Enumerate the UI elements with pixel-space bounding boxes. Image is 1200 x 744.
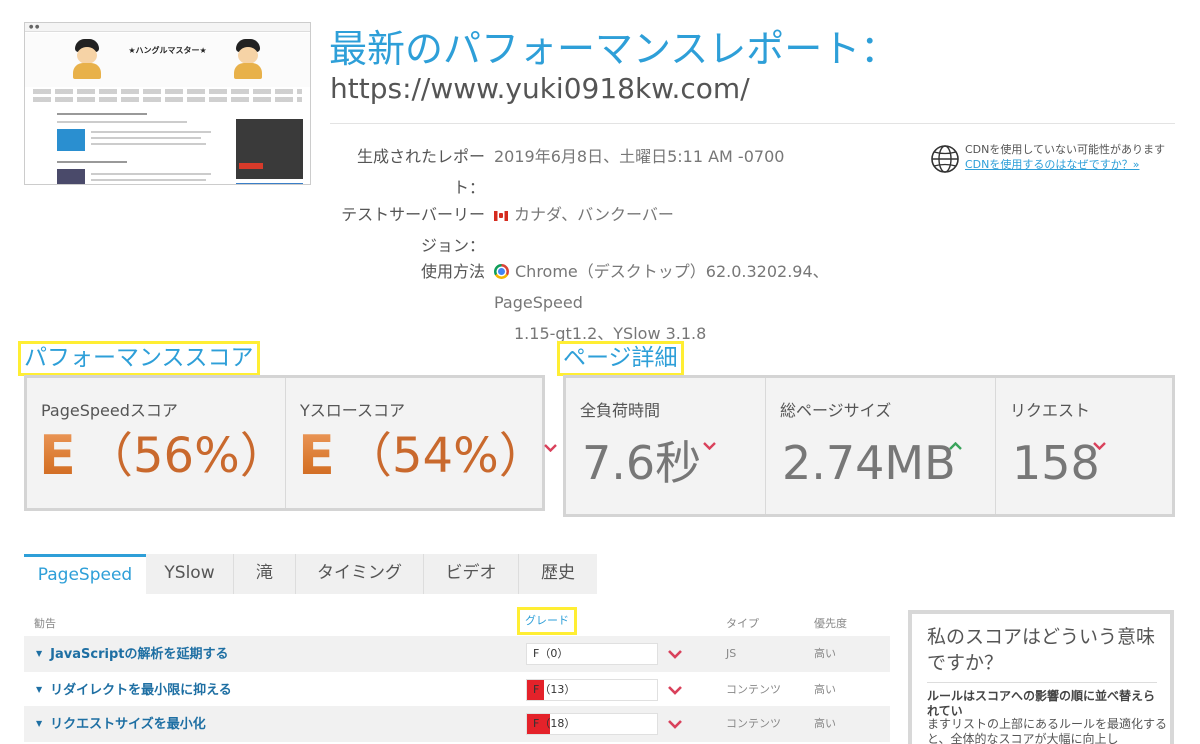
cdn-why-link[interactable]: CDNを使用するのはなぜですか？» (965, 157, 1139, 172)
grade-value: F（18） (533, 717, 576, 730)
rule-name[interactable]: JavaScriptの解析を延期する (36, 636, 228, 673)
grade-bar: F（13） (526, 679, 658, 701)
thumbnail-post-line (91, 173, 211, 175)
load-time-down-chevron-icon (703, 442, 716, 450)
chrome-icon (494, 264, 509, 279)
yslow-down-chevron-icon (544, 444, 557, 452)
expand-chevron-icon[interactable] (668, 650, 682, 659)
report-title: 最新のパフォーマンスレポート： (329, 27, 899, 71)
tab-history[interactable]: 歴史 (519, 554, 597, 594)
requests-card[interactable]: リクエスト 158 (995, 378, 1172, 514)
thumbnail-nav-row (33, 97, 302, 102)
tab-pagespeed[interactable]: PageSpeed (24, 554, 146, 594)
generated-value: 2019年6月8日、土曜日5:11 AM -0700 (494, 147, 785, 166)
table-row[interactable]: リダイレクトを最小限に抑える F（13） コンテンツ 高い (24, 672, 890, 708)
page-size-up-chevron-icon (949, 442, 962, 450)
load-time-label: 全負荷時間 (580, 401, 661, 420)
load-time-card[interactable]: 全負荷時間 7.6秒 (566, 378, 765, 514)
rule-priority: 高い (814, 647, 836, 660)
thumbnail-banner (25, 33, 310, 87)
expand-chevron-icon[interactable] (668, 720, 682, 729)
tab-waterfall[interactable]: 滝 (234, 554, 296, 594)
method-value: Chrome（デスクトップ）62.0.3202.94、PageSpeed 1.1… (494, 262, 829, 343)
pagespeed-percent: （56%） (85, 428, 288, 484)
globe-icon (931, 145, 959, 173)
score-explanation-panel: 私のスコアはどういう意味ですか？ ルールはスコアへの影響の順に並べ替えられてい … (908, 610, 1174, 744)
thumbnail-nav-row (33, 89, 302, 94)
thumbnail-post-line (91, 179, 206, 181)
pagespeed-score-card[interactable]: PageSpeedスコア E （56%） (27, 378, 300, 508)
thumbnail-post-image (57, 169, 85, 184)
rule-name[interactable]: リダイレクトを最小限に抑える (36, 672, 232, 709)
tab-yslow[interactable]: YSlow (146, 554, 234, 594)
grade-value: F（13） (533, 683, 576, 696)
requests-down-chevron-icon (1093, 442, 1106, 450)
cdn-notice-text: CDNを使用していない可能性があります (965, 143, 1166, 156)
rule-type: コンテンツ (726, 683, 781, 696)
thumbnail-toolbar-brand: ● ● (29, 24, 40, 30)
thumbnail-post-line (91, 143, 206, 145)
yslow-grade: E (298, 421, 335, 491)
table-row[interactable]: JavaScriptの解析を延期する F（0） JS 高い (24, 636, 890, 672)
grade-column-header[interactable]: グレード (517, 607, 577, 635)
grade-value: F（0） (533, 647, 569, 660)
pagespeed-grade: E (39, 421, 76, 491)
header-divider (330, 123, 1175, 124)
report-url[interactable]: https://www.yuki0918kw.com/ (330, 72, 750, 105)
performance-score-panel: PageSpeedスコア E （56%） Yスロースコア E （54%） (24, 375, 547, 511)
yslow-score-card[interactable]: Yスロースコア E （54%） (285, 378, 547, 508)
grade-bar: F（18） (526, 713, 658, 735)
site-thumbnail: ● ● ★ハングルマスター★ (24, 22, 311, 185)
performance-score-heading: パフォーマンススコア (18, 341, 260, 376)
rule-priority: 高い (814, 683, 836, 696)
expand-chevron-icon[interactable] (668, 686, 682, 695)
table-row[interactable]: リクエストサイズを最小化 F（18） コンテンツ 高い (24, 706, 890, 742)
thumbnail-site-title: ★ハングルマスター★ (128, 46, 207, 55)
thumbnail-post-line (91, 131, 211, 133)
page-size-label: 総ページサイズ (780, 401, 892, 420)
server-value: カナダ、バンクーバー (494, 199, 674, 230)
pagespeed-score-label: PageSpeedスコア (41, 401, 178, 420)
load-time-value: 7.6秒 (582, 436, 702, 490)
rule-type: コンテンツ (726, 717, 781, 730)
thumbnail-toolbar: ● ● (25, 23, 310, 32)
type-column-header[interactable]: タイプ (726, 615, 759, 631)
generated-label: 生成されたレポー ト： (356, 147, 485, 197)
yslow-score-label: Yスロースコア (300, 401, 405, 420)
thumbnail-promo (236, 183, 303, 184)
page-details-panel: 全負荷時間 7.6秒 総ページサイズ 2.74MB リクエスト 158 (563, 375, 1175, 517)
score-explanation-title: 私のスコアはどういう意味ですか？ (927, 626, 1156, 674)
tab-video[interactable]: ビデオ (424, 554, 519, 594)
priority-column-header[interactable]: 優先度 (814, 615, 847, 631)
score-explanation-bold: ルールはスコアへの影響の順に並べ替えられてい (927, 689, 1156, 718)
tab-timing[interactable]: タイミング (296, 554, 424, 594)
requests-value: 158 (1012, 436, 1100, 490)
thumbnail-post-title (57, 113, 147, 115)
thumbnail-post-image (57, 129, 85, 151)
rule-type: JS (726, 647, 737, 660)
requests-label: リクエスト (1010, 401, 1091, 420)
canada-flag-icon (494, 211, 508, 221)
method-label: 使用方法 (420, 262, 485, 281)
rule-name[interactable]: リクエストサイズを最小化 (36, 706, 206, 743)
thumbnail-post-line (91, 137, 201, 139)
yslow-percent: （54%） (344, 428, 547, 484)
server-label: テストサーバーリー ジョン： (341, 205, 485, 255)
thumbnail-ad (236, 119, 303, 179)
page-details-heading: ページ詳細 (557, 341, 684, 376)
thumbnail-post-line (57, 121, 187, 123)
score-explanation-divider (927, 682, 1157, 683)
rule-priority: 高い (814, 717, 836, 730)
page-size-card[interactable]: 総ページサイズ 2.74MB (765, 378, 995, 514)
grade-bar: F（0） (526, 643, 658, 665)
advice-column-header: 勧告 (34, 617, 56, 630)
page-size-value: 2.74MB (782, 436, 956, 490)
score-explanation-text: ますリストの上部にあるルールを最適化すると、全体的なスコアが大幅に向上し (927, 717, 1168, 744)
thumbnail-post-title (57, 161, 127, 163)
